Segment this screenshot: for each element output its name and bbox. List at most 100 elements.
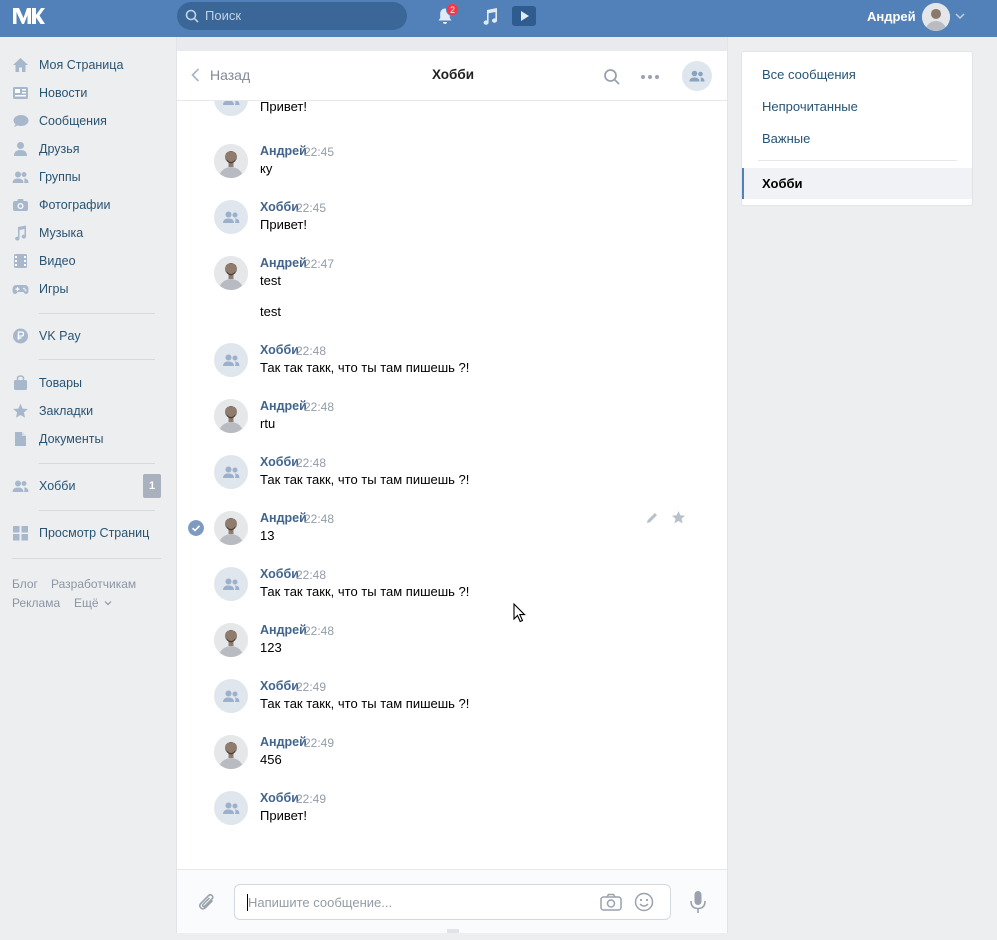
chevron-down-icon[interactable] (955, 12, 965, 20)
footer-link-developers[interactable]: Разработчикам (51, 577, 136, 591)
star-icon[interactable] (671, 510, 686, 525)
message-time[interactable]: 22:45 (296, 201, 326, 215)
message-history[interactable]: Привет! Андрей 22:45 ку Хобби 22:45 Привет! Ан… (177, 101, 727, 869)
message-time[interactable]: 22:49 (304, 736, 334, 750)
message-time[interactable]: 22:49 (296, 680, 326, 694)
footer-link-more[interactable]: Ещё (74, 596, 112, 610)
message-author[interactable]: Хобби (260, 343, 299, 357)
message-time[interactable]: 22:48 (296, 568, 326, 582)
sidebar-item-news[interactable]: Новости (0, 79, 176, 107)
sidebar-item-documents[interactable]: Документы (0, 425, 176, 453)
message-author[interactable]: Хобби (260, 791, 299, 805)
selected-check-icon[interactable] (188, 520, 204, 536)
mouse-cursor-icon (513, 603, 526, 623)
message-time[interactable]: 22:48 (296, 344, 326, 358)
user-avatar[interactable] (214, 623, 248, 657)
edit-icon[interactable] (645, 511, 659, 525)
user-name[interactable]: Андрей (867, 9, 916, 24)
more-icon[interactable] (640, 74, 660, 80)
camera-icon[interactable] (600, 893, 622, 911)
message-author[interactable]: Андрей (260, 399, 307, 413)
group-avatar[interactable] (214, 101, 248, 116)
sidebar-item-bookmarks[interactable]: Закладки (0, 397, 176, 425)
sidebar-item-video[interactable]: Видео (0, 247, 176, 275)
user-avatar[interactable] (214, 735, 248, 769)
filter-important[interactable]: Важные (762, 131, 810, 146)
user-avatar[interactable] (214, 256, 248, 290)
message-author[interactable]: Хобби (260, 679, 299, 693)
video-player-icon[interactable] (512, 6, 536, 26)
group-avatar-icon (223, 690, 240, 702)
sidebar-item-messages[interactable]: Сообщения (0, 107, 176, 135)
sidebar-item-market[interactable]: Товары (0, 369, 176, 397)
message-time[interactable]: 22:48 (304, 512, 334, 526)
sidebar-item-games[interactable]: Игры (0, 275, 176, 303)
message-item[interactable]: Андрей 22:48 13 (177, 511, 727, 567)
message-time[interactable]: 22:48 (296, 456, 326, 470)
group-avatar[interactable] (214, 567, 248, 601)
message-item[interactable]: Андрей 22:45 ку (177, 144, 727, 200)
active-conversation-tab[interactable]: Хобби (742, 168, 972, 199)
paperclip-icon[interactable] (197, 892, 217, 914)
group-avatar[interactable] (214, 679, 248, 713)
message-author[interactable]: Андрей (260, 511, 307, 525)
group-avatar[interactable] (214, 343, 248, 377)
user-avatar[interactable] (922, 3, 950, 31)
message-item[interactable]: Андрей 22:47 test test (177, 256, 727, 319)
message-author[interactable]: Хобби (260, 455, 299, 469)
message-item[interactable]: Хобби 22:48 Так так такк, что ты там пишеш… (177, 567, 727, 623)
message-item[interactable]: Андрей 22:48 123 (177, 623, 727, 679)
user-avatar[interactable] (214, 511, 248, 545)
top-header: Поиск 2 Андрей (0, 0, 997, 37)
message-time[interactable]: 22:45 (304, 145, 334, 159)
message-author[interactable]: Андрей (260, 735, 307, 749)
message-item[interactable]: Хобби 22:45 Привет! (177, 200, 727, 256)
sidebar-item-photos[interactable]: Фотографии (0, 191, 176, 219)
filter-unread[interactable]: Непрочитанные (762, 99, 858, 114)
message-item[interactable]: Привет! (177, 101, 727, 138)
search-icon[interactable] (603, 68, 621, 86)
search-input[interactable]: Поиск (177, 2, 407, 30)
message-time[interactable]: 22:48 (304, 400, 334, 414)
sidebar-item-hobby[interactable]: Хобби 1 (0, 472, 176, 500)
footer-link-ads[interactable]: Реклама (12, 596, 60, 610)
message-item[interactable]: Андрей 22:49 456 (177, 735, 727, 791)
message-input[interactable]: Напишите сообщение... (234, 884, 671, 920)
user-avatar[interactable] (214, 399, 248, 433)
sidebar-item-label: Музыка (39, 226, 84, 240)
message-item[interactable]: Хобби 22:49 Так так такк, что ты там пишеш… (177, 679, 727, 735)
footer-link-blog[interactable]: Блог (12, 577, 38, 591)
message-item[interactable]: Хобби 22:49 Привет! (177, 791, 727, 847)
message-author[interactable]: Андрей (260, 256, 307, 270)
message-time[interactable]: 22:48 (304, 624, 334, 638)
sidebar-item-music[interactable]: Музыка (0, 219, 176, 247)
sidebar-item-vk-pay[interactable]: VK Pay (0, 322, 176, 350)
message-author[interactable]: Андрей (260, 623, 307, 637)
microphone-icon[interactable] (689, 890, 707, 915)
message-text: Так так такк, что ты там пишешь ?! (260, 360, 470, 375)
sidebar-item-page-views[interactable]: Просмотр Страниц (0, 519, 176, 547)
message-author[interactable]: Хобби (260, 200, 299, 214)
sidebar-item-friends[interactable]: Друзья (0, 135, 176, 163)
user-avatar[interactable] (214, 144, 248, 178)
message-author[interactable]: Хобби (260, 567, 299, 581)
sidebar-item-my-page[interactable]: Моя Страница (0, 51, 176, 79)
filter-all-messages[interactable]: Все сообщения (762, 67, 856, 82)
music-player-icon[interactable] (481, 7, 499, 25)
message-author[interactable]: Андрей (260, 144, 307, 158)
vk-logo-icon[interactable] (12, 6, 45, 26)
group-avatar[interactable] (214, 791, 248, 825)
active-conversation-label: Хобби (762, 176, 803, 191)
message-time[interactable]: 22:47 (304, 257, 334, 271)
message-item[interactable]: Хобби 22:48 Так так такк, что ты там пишеш… (177, 343, 727, 399)
emoji-icon[interactable] (634, 892, 654, 912)
message-item[interactable]: Хобби 22:48 Так так такк, что ты там пишеш… (177, 455, 727, 511)
sidebar-item-groups[interactable]: Группы (0, 163, 176, 191)
chat-avatar[interactable] (682, 61, 712, 91)
message-item[interactable]: Андрей 22:48 rtu (177, 399, 727, 455)
resize-grip-icon[interactable] (447, 929, 459, 933)
sidebar-divider (39, 359, 155, 360)
group-avatar[interactable] (214, 455, 248, 489)
group-avatar[interactable] (214, 200, 248, 234)
message-time[interactable]: 22:49 (296, 792, 326, 806)
